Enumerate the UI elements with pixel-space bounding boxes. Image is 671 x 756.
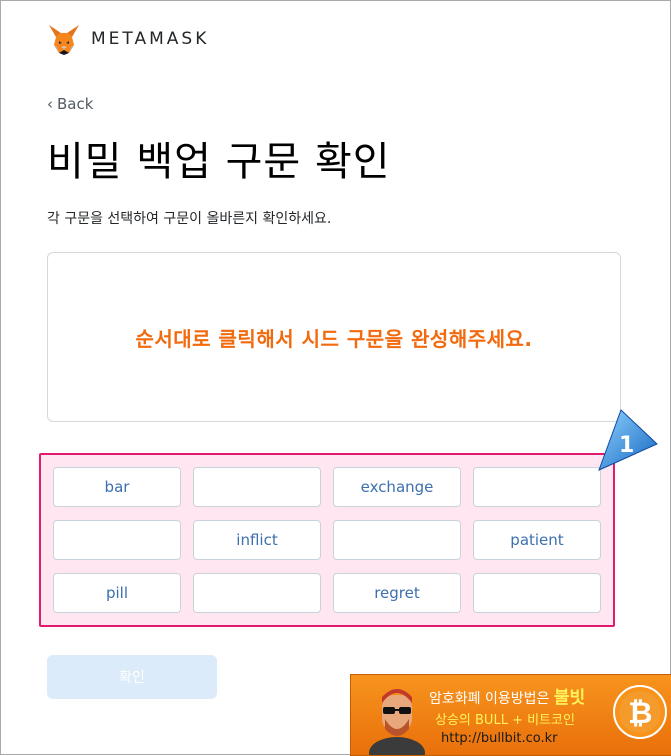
fox-icon — [49, 25, 79, 55]
word-button[interactable] — [473, 467, 601, 507]
selected-phrase-area[interactable]: 순서대로 클릭해서 시드 구문을 완성해주세요. — [47, 252, 621, 422]
ad-tagline: 상승의 BULL + 비트코인 — [435, 713, 575, 728]
word-button[interactable]: patient — [473, 520, 601, 560]
word-button[interactable] — [333, 520, 461, 560]
svg-text:₿: ₿ — [628, 696, 652, 731]
word-button[interactable]: inflict — [193, 520, 321, 560]
page-title: 비밀 백업 구문 확인 — [47, 139, 391, 185]
word-button[interactable]: pill — [53, 573, 181, 613]
callout-number: 1 — [619, 433, 634, 458]
drop-hint: 순서대로 클릭해서 시드 구문을 완성해주세요. — [135, 326, 533, 351]
word-button[interactable]: regret — [333, 573, 461, 613]
word-button[interactable] — [473, 573, 601, 613]
back-link[interactable]: ‹ Back — [47, 95, 93, 113]
ad-banner[interactable]: 암호화폐 이용방법은 불빗 상승의 BULL + 비트코인 http://bul… — [350, 674, 671, 756]
word-button[interactable]: bar — [53, 467, 181, 507]
back-label: Back — [57, 95, 94, 113]
confirm-button[interactable]: 확인 — [47, 655, 217, 699]
word-button[interactable] — [53, 520, 181, 560]
word-button[interactable] — [193, 573, 321, 613]
word-button[interactable]: exchange — [333, 467, 461, 507]
ad-headline: 암호화폐 이용방법은 불빗 — [429, 683, 585, 708]
ad-brand: 불빗 — [553, 688, 586, 708]
ad-headline-prefix: 암호화폐 이용방법은 — [429, 691, 550, 707]
brand-name: METAMASK — [91, 29, 210, 49]
callout-badge: 1 — [598, 409, 658, 471]
chevron-left-icon: ‹ — [47, 95, 53, 113]
word-bank: bar exchange inflict patient pill regret — [53, 467, 601, 613]
word-button[interactable] — [193, 467, 321, 507]
instruction-text: 각 구문을 선택하여 구문이 올바른지 확인하세요. — [47, 211, 332, 227]
ad-url: http://bullbit.co.kr — [441, 731, 558, 746]
bull-avatar-icon — [369, 689, 425, 755]
metamask-logo: METAMASK — [47, 23, 209, 55]
bitcoin-icon: ₿ — [613, 685, 667, 739]
